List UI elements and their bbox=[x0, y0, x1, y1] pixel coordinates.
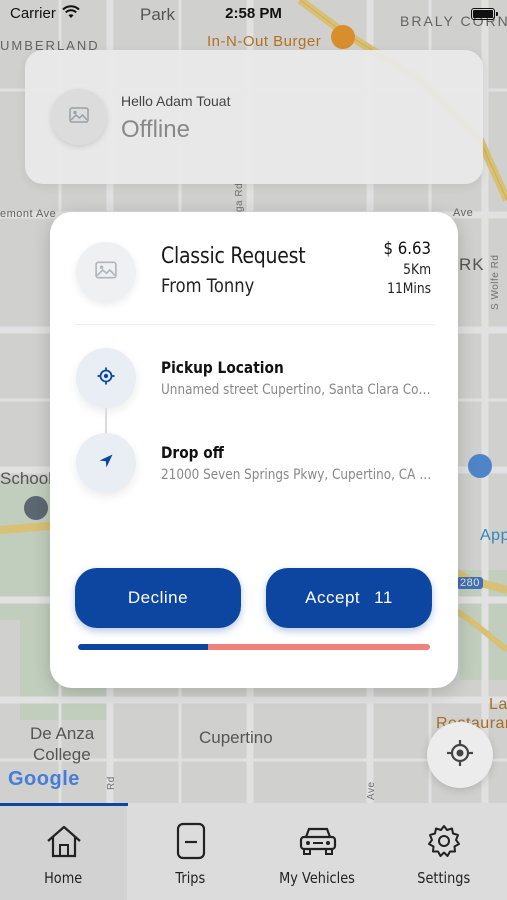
tab-my-vehicles[interactable]: My Vehicles bbox=[254, 803, 381, 900]
fare-price: $ 6.63 bbox=[383, 239, 431, 259]
active-tab-indicator bbox=[0, 803, 128, 806]
trips-icon bbox=[175, 821, 207, 861]
trip-distance: 5Km bbox=[403, 262, 431, 278]
navigation-arrow-icon bbox=[98, 453, 114, 474]
battery-icon bbox=[471, 8, 498, 20]
image-placeholder-icon bbox=[69, 106, 89, 128]
tab-settings-label: Settings bbox=[417, 869, 470, 887]
pickup-address: Unnamed street Cupertino, Santa Clara Co… bbox=[161, 382, 432, 398]
decline-label: Decline bbox=[127, 588, 189, 607]
pickup-target-icon bbox=[97, 367, 115, 390]
my-location-button[interactable] bbox=[427, 722, 493, 788]
dropoff-title: Drop off bbox=[161, 443, 224, 462]
tab-my-vehicles-label: My Vehicles bbox=[279, 869, 356, 887]
accept-countdown: 11 bbox=[374, 588, 393, 607]
trip-duration: 11Mins bbox=[387, 281, 431, 297]
tab-home[interactable]: Home bbox=[0, 803, 127, 900]
request-timer-bar bbox=[78, 644, 430, 650]
home-icon bbox=[45, 821, 83, 861]
tab-trips-label: Trips bbox=[175, 869, 206, 887]
tab-settings[interactable]: Settings bbox=[380, 803, 507, 900]
clock: 2:58 PM bbox=[225, 5, 282, 22]
fare-summary: $ 6.63 5Km 11Mins bbox=[377, 239, 431, 297]
image-placeholder-icon bbox=[95, 260, 117, 284]
pickup-title: Pickup Location bbox=[161, 358, 284, 377]
accept-button[interactable]: Accept 11 bbox=[266, 568, 432, 628]
driver-greeting: Hello Adam Touat bbox=[121, 93, 231, 109]
driver-avatar bbox=[51, 89, 107, 145]
request-timer-fill bbox=[78, 644, 209, 650]
driver-status[interactable]: Offline bbox=[121, 116, 190, 144]
request-type: Classic Request bbox=[161, 244, 306, 269]
dropoff-address: 21000 Seven Springs Pkwy, Cupertino, CA … bbox=[161, 467, 432, 483]
driver-status-card: Hello Adam Touat Offline bbox=[25, 50, 483, 184]
pickup-marker bbox=[76, 348, 136, 408]
decline-button[interactable]: Decline bbox=[75, 568, 241, 628]
divider bbox=[74, 324, 434, 325]
status-bar: Carrier 2:58 PM bbox=[0, 0, 507, 30]
tab-trips[interactable]: Trips bbox=[127, 803, 254, 900]
tab-home-label: Home bbox=[44, 869, 83, 887]
car-icon bbox=[298, 821, 338, 861]
gear-icon bbox=[427, 821, 461, 861]
requester-name: From Tonny bbox=[161, 275, 255, 297]
accept-label: Accept bbox=[305, 588, 361, 607]
ride-request-modal: Classic Request From Tonny $ 6.63 5Km 11… bbox=[50, 212, 458, 688]
dropoff-marker bbox=[76, 433, 136, 493]
tab-bar: Home Trips My Vehicles Settings bbox=[0, 803, 507, 900]
requester-avatar bbox=[76, 242, 136, 302]
crosshair-icon bbox=[446, 739, 474, 772]
